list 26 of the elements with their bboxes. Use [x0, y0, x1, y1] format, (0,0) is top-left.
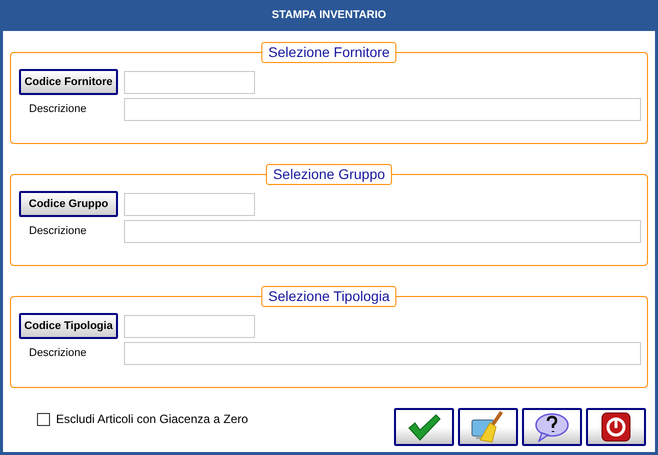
- help-bubble-icon: [534, 412, 570, 442]
- clear-button[interactable]: [458, 408, 518, 446]
- code-field[interactable]: [124, 192, 255, 216]
- group-legend: Selezione Fornitore: [261, 42, 397, 63]
- description-field[interactable]: [124, 220, 641, 243]
- code-field[interactable]: [124, 70, 255, 94]
- code-button[interactable]: Codice Fornitore: [19, 69, 118, 95]
- checkmark-icon: [407, 413, 441, 441]
- code-button[interactable]: Codice Tipologia: [19, 313, 118, 339]
- description-field[interactable]: [124, 342, 641, 365]
- code-button[interactable]: Codice Gruppo: [19, 191, 118, 217]
- exit-button[interactable]: [586, 408, 646, 446]
- group-legend: Selezione Gruppo: [266, 164, 392, 185]
- confirm-button[interactable]: [394, 408, 454, 446]
- window-title: STAMPA INVENTARIO: [270, 8, 388, 24]
- group-legend: Selezione Tipologia: [261, 286, 397, 307]
- field-label: Descrizione: [28, 346, 88, 362]
- checkbox[interactable]: [37, 412, 50, 426]
- description-field[interactable]: [124, 98, 641, 121]
- field-label: Descrizione: [28, 102, 88, 118]
- broom-monitor-icon: [470, 410, 506, 444]
- power-icon: [601, 412, 631, 442]
- help-button[interactable]: [522, 408, 582, 446]
- checkbox-label: Escludi Articoli con Giacenza a Zero: [56, 411, 248, 428]
- field-label: Descrizione: [28, 224, 88, 240]
- code-field[interactable]: [124, 314, 255, 338]
